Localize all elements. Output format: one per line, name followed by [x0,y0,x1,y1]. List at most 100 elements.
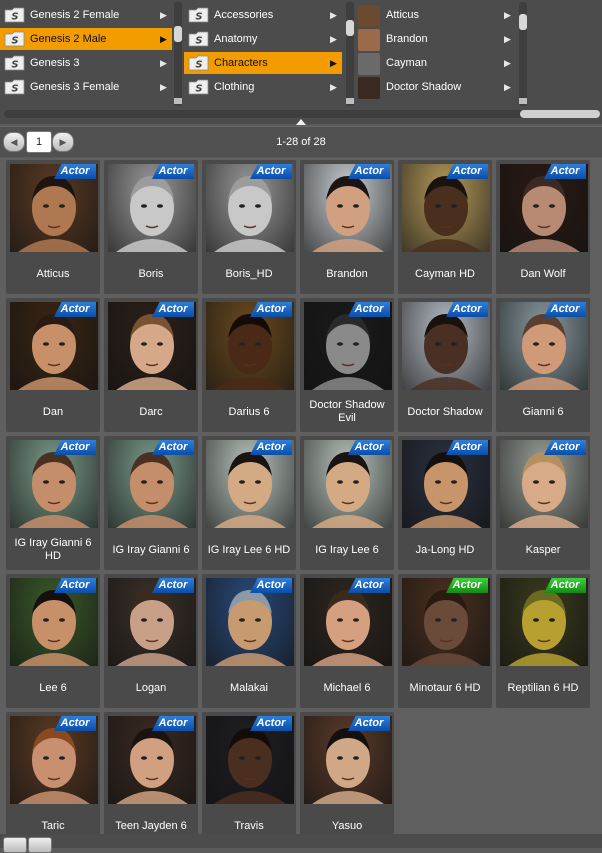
asset-tile[interactable]: Actor Boris_HD [202,160,296,294]
asset-tile[interactable]: Actor Darc [104,298,198,432]
category-item[interactable]: S Accessories ▶ [184,4,342,26]
asset-name: Kasper [525,543,561,556]
asset-name: Cayman HD [415,267,475,280]
category-item[interactable]: Doctor Shadow ▶ [356,76,516,99]
character-thumbnail [358,53,380,75]
horizontal-scrollbar[interactable] [4,110,600,118]
category-column-3: Atticus ▶ Brandon ▶ Cayman ▶ Doctor Shadow ▶ [356,0,518,110]
asset-tile[interactable]: Actor IG Iray Gianni 6 [104,436,198,570]
expand-arrow-icon: ▶ [504,82,511,92]
column-3-scrollbar[interactable] [519,2,527,106]
expand-arrow-icon: ▶ [160,58,167,68]
svg-text:S: S [195,12,202,23]
category-item[interactable]: Cayman ▶ [356,52,516,75]
asset-tile[interactable]: Actor Michael 6 [300,574,394,708]
expand-arrow-icon: ▶ [160,34,167,44]
category-column-2: S Accessories ▶ S Anatomy ▶ S Characters ▶ S Cloth… [184,0,346,110]
expand-arrow-icon: ▶ [330,10,337,20]
asset-tile[interactable]: Actor Taric [6,712,100,846]
asset-tile[interactable]: Actor Lee 6 [6,574,100,708]
expand-arrow-icon: ▶ [330,82,337,92]
toolbar-button-2[interactable] [28,837,52,853]
category-label: Accessories [214,9,274,21]
content-browser: S Genesis 2 Female ▶ S Genesis 2 Male ▶ S Genes… [0,0,602,126]
asset-tile[interactable]: Actor Atticus [6,160,100,294]
asset-tile[interactable]: Actor Ja-Long HD [398,436,492,570]
column-2-scrollbar[interactable] [346,2,354,106]
asset-name: Minotaur 6 HD [409,681,481,694]
asset-tile[interactable]: Actor Malakai [202,574,296,708]
toolbar-button-1[interactable] [3,837,27,853]
expand-arrow-icon: ▶ [160,82,167,92]
category-item[interactable]: S Clothing ▶ [184,76,342,98]
asset-name: Dan Wolf [520,267,566,280]
category-label: Genesis 3 Female [30,81,120,93]
folder-icon: S [188,55,209,71]
category-item[interactable]: Brandon ▶ [356,28,516,51]
asset-tile[interactable]: Actor Brandon [300,160,394,294]
asset-name: Boris [138,267,164,280]
category-label: Doctor Shadow [386,81,462,93]
asset-tile[interactable]: Actor Minotaur 6 HD [398,574,492,708]
asset-name: IG Iray Lee 6 HD [207,543,291,556]
asset-name: Brandon [326,267,368,280]
category-label: Genesis 3 [30,57,80,69]
category-label: Genesis 2 Male [30,33,107,45]
svg-text:S: S [11,84,18,95]
category-item[interactable]: S Genesis 3 Female ▶ [0,76,172,98]
asset-tile[interactable]: Actor Cayman HD [398,160,492,294]
svg-text:S: S [11,36,18,47]
character-thumbnail [358,5,380,27]
character-thumbnail [358,29,380,51]
asset-tile[interactable]: Actor Travis [202,712,296,846]
category-item[interactable]: S Genesis 2 Female ▶ [0,4,172,26]
asset-tile[interactable]: Actor Boris [104,160,198,294]
asset-name: Logan [135,681,167,694]
category-item[interactable]: S Anatomy ▶ [184,28,342,50]
asset-tile[interactable]: Actor Doctor Shadow Evil [300,298,394,432]
expand-arrow-icon: ▶ [330,58,337,68]
asset-name: Darius 6 [228,405,270,418]
asset-tile[interactable]: Actor Dan Wolf [496,160,590,294]
asset-name: Reptilian 6 HD [507,681,579,694]
category-label: Brandon [386,33,428,45]
category-item[interactable]: S Genesis 3 ▶ [0,52,172,74]
folder-icon: S [188,7,209,23]
expand-arrow-icon: ▶ [160,10,167,20]
column-1-scrollbar[interactable] [174,2,182,106]
asset-tile[interactable]: Actor Yasuo [300,712,394,846]
asset-tile[interactable]: Actor IG Iray Lee 6 HD [202,436,296,570]
svg-text:S: S [11,12,18,23]
asset-name: Boris_HD [225,267,273,280]
asset-name: Gianni 6 [522,405,564,418]
asset-tile[interactable]: Actor Logan [104,574,198,708]
asset-name: Doctor Shadow Evil [309,399,385,424]
pagination-bar: ◀ 1 ▶ 1-28 of 28 [0,126,602,157]
asset-tile[interactable]: Actor Darius 6 [202,298,296,432]
asset-grid: Actor Atticus Actor Boris Actor Boris_HD Actor… [0,158,602,846]
folder-icon: S [4,31,25,47]
asset-name: IG Iray Gianni 6 [112,543,190,556]
category-label: Characters [214,57,268,69]
asset-tile[interactable]: Actor Doctor Shadow [398,298,492,432]
asset-name: IG Iray Gianni 6 HD [14,537,92,562]
asset-tile[interactable]: Actor Dan [6,298,100,432]
svg-text:S: S [195,36,202,47]
asset-tile[interactable]: Actor Reptilian 6 HD [496,574,590,708]
category-item[interactable]: S Characters ▶ [184,52,342,74]
asset-name: Darc [139,405,163,418]
category-item[interactable]: S Genesis 2 Male ▶ [0,28,172,50]
expand-arrow-icon: ▶ [504,58,511,68]
category-label: Clothing [214,81,255,93]
folder-icon: S [4,7,25,23]
asset-name: Michael 6 [323,681,371,694]
asset-name: Lee 6 [39,681,67,694]
asset-tile[interactable]: Actor Gianni 6 [496,298,590,432]
category-item[interactable]: Atticus ▶ [356,4,516,27]
asset-tile[interactable]: Actor Teen Jayden 6 [104,712,198,846]
folder-icon: S [4,79,25,95]
asset-tile[interactable]: Actor Kasper [496,436,590,570]
splitter-handle-icon[interactable] [290,118,312,126]
asset-tile[interactable]: Actor IG Iray Gianni 6 HD [6,436,100,570]
asset-tile[interactable]: Actor IG Iray Lee 6 [300,436,394,570]
